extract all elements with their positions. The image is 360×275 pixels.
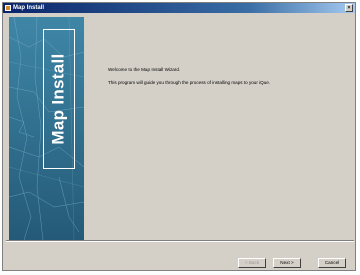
side-label: Map Install — [45, 33, 73, 165]
close-button[interactable]: × — [345, 4, 353, 12]
side-banner: Map Install — [9, 17, 84, 240]
cancel-button[interactable]: Cancel — [318, 258, 346, 268]
window-title: Map Install — [13, 5, 45, 11]
titlebar-controls: × — [345, 4, 353, 12]
welcome-text: Welcome to the Map Install Wizard. — [108, 67, 181, 72]
wizard-content: Welcome to the Map Install Wizard. This … — [85, 17, 351, 240]
side-label-text: Map Install — [49, 53, 68, 145]
button-divider — [6, 240, 354, 242]
wizard-window: Map Install × Map Install Welcome to the… — [2, 2, 356, 271]
title-bar[interactable]: Map Install × — [3, 3, 355, 13]
next-button[interactable]: Next > — [273, 258, 301, 268]
description-text: This program will guide you through the … — [108, 80, 271, 85]
back-button[interactable]: < Back — [238, 258, 266, 268]
app-icon — [5, 5, 11, 11]
